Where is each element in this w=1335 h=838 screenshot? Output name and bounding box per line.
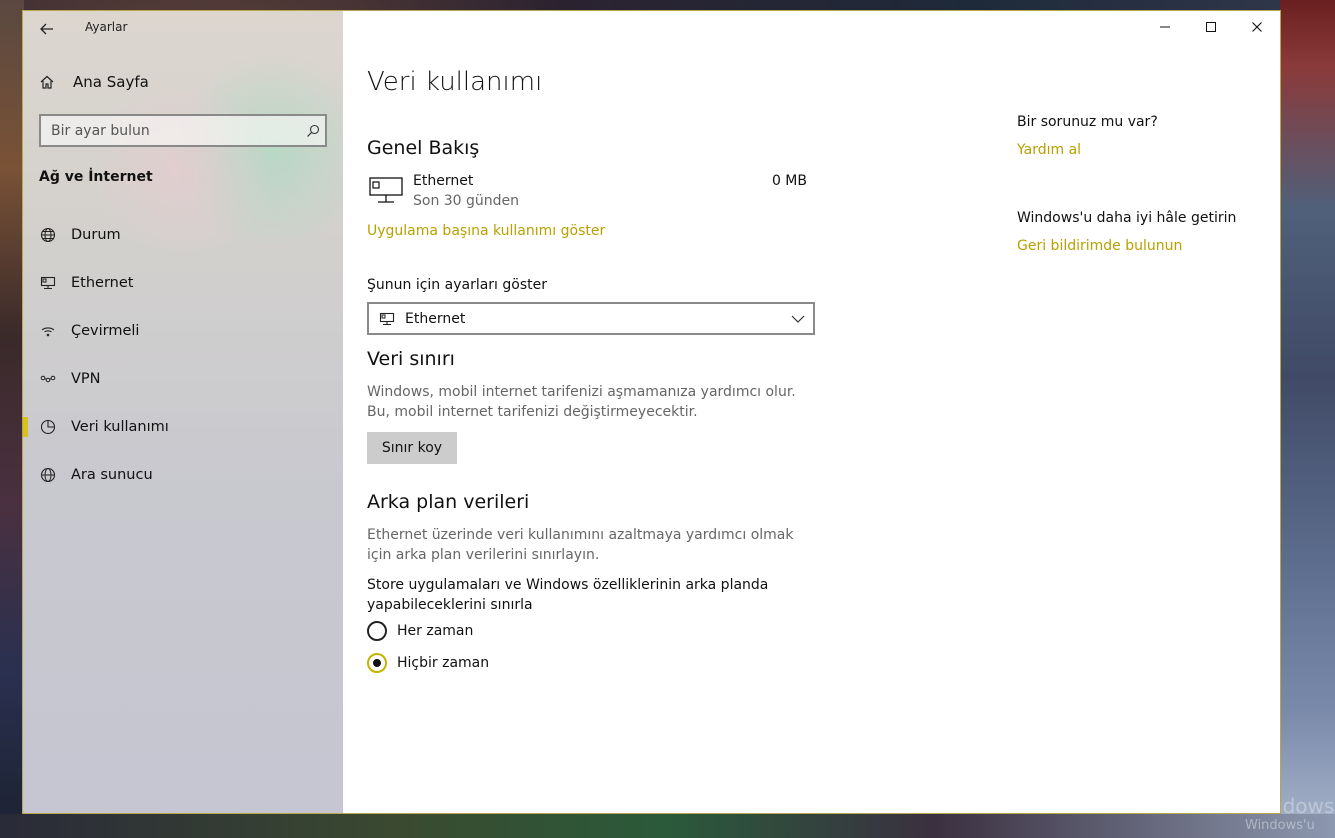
radio-dot	[373, 659, 381, 667]
minimize-icon	[1160, 26, 1170, 28]
maximize-icon	[1206, 22, 1216, 32]
search-input[interactable]	[41, 121, 301, 140]
sidebar-item-label: Ethernet	[71, 275, 134, 291]
sidebar-item-label: VPN	[71, 371, 101, 387]
close-button[interactable]	[1234, 11, 1280, 43]
app-title: Ayarlar	[85, 20, 128, 34]
usage-period: Son 30 günden	[413, 193, 520, 209]
sidebar-item-label: Ara sunucu	[71, 467, 153, 483]
radio-circle[interactable]	[367, 653, 387, 673]
sidebar: Ayarlar Ana Sayfa Ağ ve İnternet Durum	[23, 11, 373, 813]
help-question: Bir sorunuz mu var?	[1017, 114, 1158, 130]
sidebar-item-durum[interactable]: Durum	[23, 211, 343, 259]
show-settings-label: Şunun için ayarları göster	[367, 277, 547, 293]
network-select[interactable]: Ethernet	[367, 302, 815, 335]
radio-circle[interactable]	[367, 621, 387, 641]
overview-heading: Genel Bakış	[367, 137, 480, 159]
usage-row: Ethernet Son 30 günden 0 MB	[367, 173, 807, 213]
feedback-link[interactable]: Geri bildirimde bulunun	[1017, 238, 1182, 254]
background-data-heading: Arka plan verileri	[367, 491, 530, 513]
connection-name: Ethernet	[413, 173, 474, 189]
background-data-description: Ethernet üzerinde veri kullanımını azalt…	[367, 527, 794, 563]
sidebar-item-veri-kullanimi[interactable]: Veri kullanımı	[23, 403, 343, 451]
sidebar-item-vpn[interactable]: VPN	[23, 355, 343, 403]
sidebar-item-label: Çevirmeli	[71, 323, 140, 339]
home-icon	[39, 74, 59, 90]
dialup-icon	[39, 322, 57, 340]
vpn-icon	[39, 370, 57, 388]
ethernet-icon	[39, 274, 57, 292]
data-limit-heading: Veri sınırı	[367, 348, 455, 370]
network-select-value: Ethernet	[405, 310, 466, 327]
ethernet-icon	[379, 311, 395, 327]
sidebar-item-label: Durum	[71, 227, 121, 243]
sidebar-item-cevirmeli[interactable]: Çevirmeli	[23, 307, 343, 355]
radio-always[interactable]: Her zaman	[367, 621, 473, 641]
activation-watermark-sub: Windows'u	[1245, 818, 1315, 833]
section-title: Ağ ve İnternet	[39, 169, 153, 185]
window-controls	[1142, 11, 1280, 43]
data-limit-description: Windows, mobil internet tarifenizi aşmam…	[367, 384, 796, 420]
home-label: Ana Sayfa	[73, 73, 149, 91]
main-content: Veri kullanımı Genel Bakış Ethernet Son …	[343, 11, 1280, 813]
home-nav[interactable]: Ana Sayfa	[39, 73, 149, 91]
desktop-wallpaper-left	[0, 0, 24, 838]
back-arrow-icon[interactable]	[35, 17, 59, 41]
close-icon	[1252, 22, 1262, 32]
get-help-link[interactable]: Yardım al	[1017, 142, 1081, 158]
radio-label: Her zaman	[397, 623, 474, 639]
radio-label: Hiçbir zaman	[397, 655, 490, 671]
settings-window: Ayarlar Ana Sayfa Ağ ve İnternet Durum	[22, 10, 1281, 814]
maximize-button[interactable]	[1188, 11, 1234, 43]
sidebar-item-ethernet[interactable]: Ethernet	[23, 259, 343, 307]
globe-network-icon	[39, 226, 57, 244]
data-usage-icon	[39, 418, 57, 436]
radio-never[interactable]: Hiçbir zaman	[367, 653, 489, 673]
chevron-down-icon	[783, 315, 813, 323]
ethernet-large-icon	[369, 177, 403, 209]
desktop-wallpaper-right	[1280, 0, 1335, 838]
desktop-wallpaper-bottom	[0, 814, 1335, 838]
restrict-label: Store uygulamaları ve Windows özellikler…	[367, 577, 769, 613]
set-limit-button[interactable]: Sınır koy	[367, 432, 457, 464]
globe-icon	[39, 466, 57, 484]
usage-value: 0 MB	[771, 173, 807, 189]
per-app-usage-link[interactable]: Uygulama başına kullanımı göster	[367, 223, 605, 239]
search-box[interactable]	[39, 114, 327, 147]
minimize-button[interactable]	[1142, 11, 1188, 43]
page-title: Veri kullanımı	[367, 67, 543, 97]
search-icon[interactable]	[301, 124, 325, 138]
improve-windows-text: Windows'u daha iyi hâle getirin	[1017, 210, 1237, 226]
sidebar-nav: Durum Ethernet Çevirmeli VPN Veri kullan…	[23, 211, 343, 499]
sidebar-item-ara-sunucu[interactable]: Ara sunucu	[23, 451, 343, 499]
sidebar-item-label: Veri kullanımı	[71, 419, 169, 435]
